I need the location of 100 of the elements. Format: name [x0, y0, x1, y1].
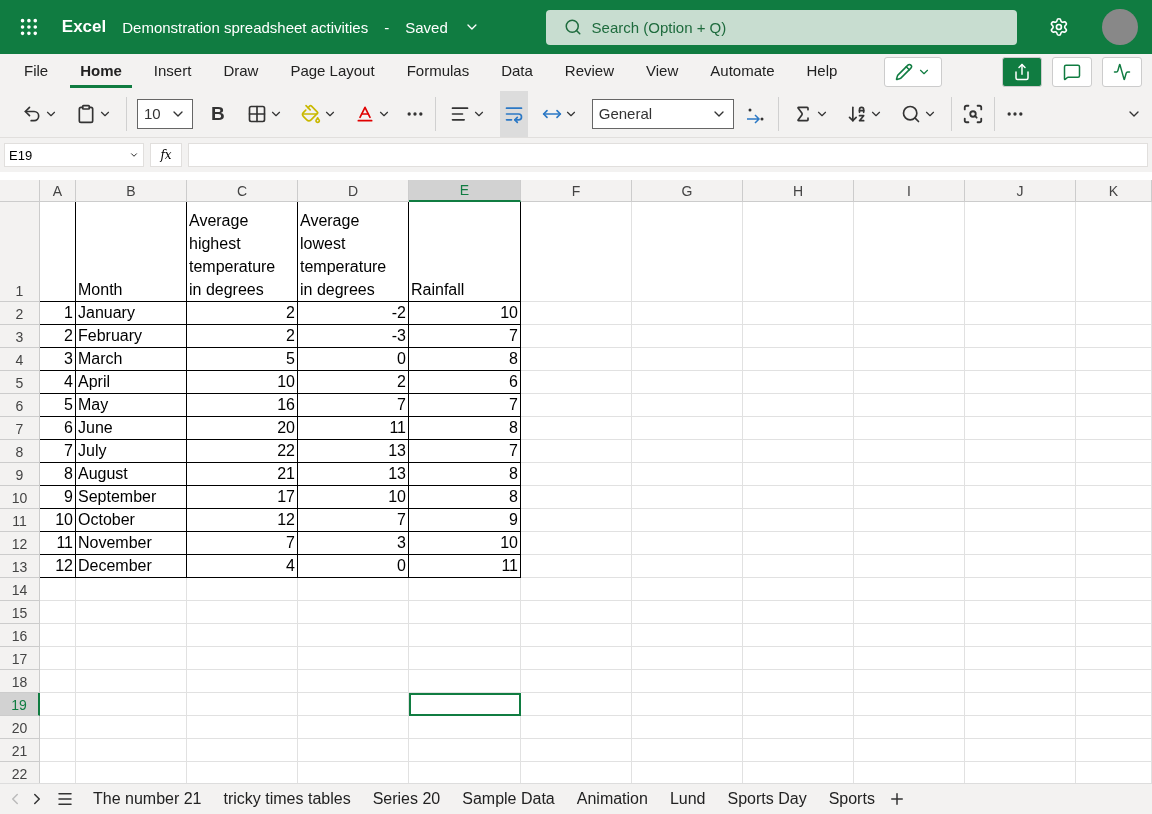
row-header[interactable]: 22 [0, 762, 40, 783]
all-sheets-icon[interactable] [56, 790, 74, 808]
table-cell: 8 [409, 348, 521, 371]
analyze-data-icon[interactable] [961, 102, 984, 125]
row-header[interactable]: 21 [0, 739, 40, 762]
number-format-select[interactable]: General [591, 98, 734, 129]
ribbon-tab[interactable]: Automate [700, 56, 785, 88]
ribbon-tab[interactable]: Formulas [396, 56, 480, 88]
sheet-tab[interactable]: Animation [567, 790, 657, 808]
table-cell: Average highest temperature in degrees [187, 202, 298, 302]
share-icon [1013, 63, 1031, 81]
table-cell: 3 [40, 348, 76, 371]
title-separator: - [384, 18, 390, 36]
row-header[interactable]: 20 [0, 716, 40, 739]
name-box[interactable]: E19 [4, 143, 144, 167]
table-cell: 7 [187, 532, 298, 555]
row-header[interactable]: 12 [0, 532, 40, 555]
font-size-select[interactable]: 10 [137, 98, 193, 129]
table-cell: 7 [40, 440, 76, 463]
column-header[interactable]: J [965, 180, 1076, 202]
app-name: Excel [61, 17, 107, 37]
table-cell: 13 [298, 463, 409, 486]
column-header[interactable]: B [76, 180, 187, 202]
table-cell: April [76, 371, 187, 394]
row-header[interactable]: 4 [0, 348, 40, 371]
sheet-tab[interactable]: Sample Data [453, 790, 564, 808]
column-header[interactable]: F [521, 180, 632, 202]
row-header[interactable]: 2 [0, 302, 40, 325]
table-cell: 7 [409, 394, 521, 417]
row-header[interactable]: 5 [0, 371, 40, 394]
app-launcher-icon[interactable] [18, 16, 40, 38]
table-cell: 5 [187, 348, 298, 371]
table-cell: September [76, 486, 187, 509]
row-header[interactable]: 18 [0, 670, 40, 693]
sheet-tab[interactable]: Series 20 [363, 790, 450, 808]
bold-button[interactable]: B [203, 102, 233, 125]
table-cell: 13 [298, 440, 409, 463]
ribbon-tab[interactable]: Draw [213, 56, 269, 88]
table-cell: December [76, 555, 187, 578]
row-header[interactable]: 8 [0, 440, 40, 463]
search-icon [563, 18, 582, 36]
row-header[interactable]: 17 [0, 647, 40, 670]
row-header[interactable]: 6 [0, 394, 40, 417]
table-cell: Rainfall [409, 202, 521, 302]
ribbon-tab[interactable]: View [636, 56, 689, 88]
table-cell: 21 [187, 463, 298, 486]
settings-icon[interactable] [1048, 17, 1069, 37]
row-header[interactable]: 16 [0, 624, 40, 647]
formula-input[interactable] [188, 143, 1148, 167]
function-button[interactable]: fx [150, 143, 182, 167]
sheet-tab[interactable]: Sports Day [718, 790, 816, 808]
sheet-tab[interactable]: The number 21 [84, 790, 211, 808]
ribbon-tab[interactable]: Help [796, 56, 848, 88]
activity-button[interactable] [1102, 57, 1142, 87]
row-header[interactable]: 11 [0, 509, 40, 532]
column-header[interactable]: G [632, 180, 743, 202]
table-cell: 9 [409, 509, 521, 532]
sheet-tab[interactable]: Sports [819, 790, 884, 808]
row-header[interactable]: 10 [0, 486, 40, 509]
table-cell: 7 [298, 394, 409, 417]
table-cell: 7 [409, 325, 521, 348]
ribbon-tab[interactable]: Page Layout [280, 56, 385, 88]
table-cell: 0 [298, 348, 409, 371]
ribbon-tab[interactable]: Insert [143, 56, 202, 88]
document-title[interactable]: Demonstration spreadsheet activities [122, 18, 369, 36]
table-cell: 12 [40, 555, 76, 578]
editing-mode-button[interactable] [884, 57, 942, 87]
ribbon-tab[interactable]: Data [491, 56, 543, 88]
row-header[interactable]: 1 [0, 202, 40, 302]
column-header[interactable]: I [854, 180, 965, 202]
sheet-tab[interactable]: tricky times tables [214, 790, 360, 808]
save-status: Saved [405, 18, 448, 36]
column-header[interactable]: D [298, 180, 409, 202]
row-header[interactable]: 15 [0, 601, 40, 624]
table-cell: 5 [40, 394, 76, 417]
search-field[interactable]: Search (Option + Q) [545, 9, 1017, 45]
table-cell: February [76, 325, 187, 348]
paint-bucket-icon [300, 103, 321, 124]
row-header[interactable]: 13 [0, 555, 40, 578]
table-cell [40, 693, 76, 716]
row-header[interactable]: 7 [0, 417, 40, 440]
wrap-text-button[interactable] [499, 90, 528, 137]
table-cell: 6 [40, 417, 76, 440]
share-button[interactable] [1002, 57, 1042, 87]
column-header[interactable]: H [743, 180, 854, 202]
sheet-tab[interactable]: Lund [660, 790, 715, 808]
ribbon-tab[interactable]: File [14, 56, 59, 88]
ribbon-tab[interactable]: Review [554, 56, 625, 88]
table-cell: 2 [40, 325, 76, 348]
row-header[interactable]: 9 [0, 463, 40, 486]
table-cell: August [76, 463, 187, 486]
column-header[interactable]: A [40, 180, 76, 202]
row-header[interactable]: 14 [0, 578, 40, 601]
table-cell: -2 [298, 302, 409, 325]
column-header[interactable]: C [187, 180, 298, 202]
row-header[interactable]: 3 [0, 325, 40, 348]
table-cell [40, 624, 76, 647]
comments-button[interactable] [1052, 57, 1092, 87]
column-header[interactable]: K [1076, 180, 1152, 202]
table-cell: 16 [187, 394, 298, 417]
